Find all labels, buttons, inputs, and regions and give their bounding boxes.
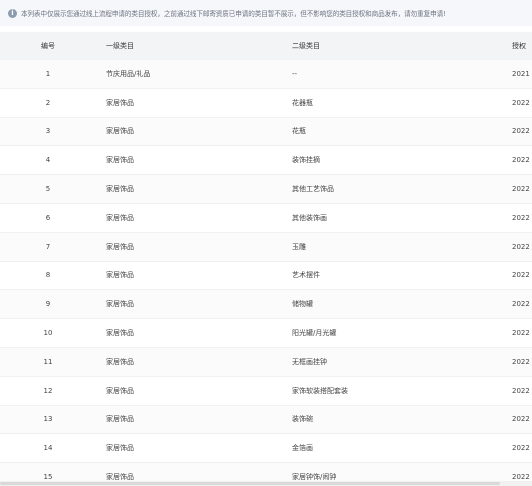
cell-auth-time: 2022 bbox=[512, 213, 530, 222]
cell-auth-time: 2021 bbox=[512, 69, 530, 78]
table-row: 10 家居饰品 阳光罐/月光罐 2022 bbox=[0, 319, 532, 348]
table-row: 14 家居饰品 金箔画 2022 bbox=[0, 434, 532, 464]
cell-no: 1 bbox=[45, 69, 51, 78]
column-header-auth-time[interactable]: 授权 bbox=[512, 32, 532, 60]
table-row: 4 家居饰品 装饰挂摘 2022 bbox=[0, 146, 532, 176]
table-header: 编号 一级类目 二级类目 授权 bbox=[0, 32, 532, 60]
cell-category-1: 家居饰品 bbox=[106, 213, 134, 222]
category-table: 编号 一级类目 二级类目 授权 1 节庆用品/礼品 -- 2021 2 家居饰品 花器瓶 20… bbox=[0, 32, 532, 486]
horizontal-scrollbar[interactable] bbox=[0, 481, 532, 486]
cell-category-1: 家居饰品 bbox=[106, 386, 134, 395]
cell-auth-time: 2022 bbox=[512, 185, 530, 194]
cell-category-2: 储物罐 bbox=[292, 300, 313, 309]
cell-no: 5 bbox=[45, 185, 51, 194]
notice-bar: i 本列表中仅展示您通过线上流程申请的类目授权，之前通过线下邮寄资质已申请的类目… bbox=[0, 0, 532, 26]
cell-no: 11 bbox=[43, 357, 53, 366]
cell-category-2: 无框画挂钟 bbox=[292, 357, 327, 366]
table-row: 6 家居饰品 其他装饰画 2022 bbox=[0, 204, 532, 233]
cell-category-1: 家居饰品 bbox=[106, 300, 134, 309]
cell-no: 3 bbox=[45, 127, 51, 136]
cell-category-2: 玉雕 bbox=[292, 242, 306, 251]
cell-no: 7 bbox=[45, 242, 51, 251]
cell-no: 14 bbox=[43, 444, 53, 453]
cell-auth-time: 2022 bbox=[512, 127, 530, 136]
cell-category-2: 装饰挂摘 bbox=[292, 156, 320, 165]
cell-category-2: 其他装饰画 bbox=[292, 213, 327, 222]
column-header-category-1[interactable]: 一级类目 bbox=[106, 32, 276, 60]
cell-category-2: 金箔画 bbox=[292, 444, 313, 453]
cell-auth-time: 2022 bbox=[512, 271, 530, 280]
column-header-no[interactable]: 编号 bbox=[0, 32, 96, 60]
cell-auth-time: 2022 bbox=[512, 300, 530, 309]
cell-category-1: 家居饰品 bbox=[106, 444, 134, 453]
cell-category-1: 节庆用品/礼品 bbox=[106, 69, 151, 78]
cell-auth-time: 2022 bbox=[512, 415, 530, 424]
cell-no: 4 bbox=[45, 156, 51, 165]
table-row: 9 家居饰品 储物罐 2022 bbox=[0, 290, 532, 320]
table-row: 3 家居饰品 花瓶 2022 bbox=[0, 117, 532, 147]
table-row: 2 家居饰品 花器瓶 2022 bbox=[0, 89, 532, 118]
cell-category-1: 家居饰品 bbox=[106, 271, 134, 280]
cell-no: 13 bbox=[43, 415, 53, 424]
table-row: 5 家居饰品 其他工艺饰品 2022 bbox=[0, 175, 532, 204]
table-row: 11 家居饰品 无框画挂钟 2022 bbox=[0, 347, 532, 377]
cell-category-2: 装饰碗 bbox=[292, 415, 313, 424]
cell-category-2: 阳光罐/月光罐 bbox=[292, 329, 337, 338]
cell-category-2: 花器瓶 bbox=[292, 98, 313, 107]
cell-category-1: 家居饰品 bbox=[106, 98, 134, 107]
cell-category-1: 家居饰品 bbox=[106, 185, 134, 194]
cell-category-2: 家饰软装搭配套装 bbox=[292, 386, 348, 395]
cell-no: 10 bbox=[43, 329, 53, 338]
notice-text: 本列表中仅展示您通过线上流程申请的类目授权，之前通过线下邮寄资质已申请的类目暂不… bbox=[21, 10, 446, 18]
column-header-category-2[interactable]: 二级类目 bbox=[292, 32, 492, 60]
cell-no: 9 bbox=[45, 300, 51, 309]
cell-category-2: -- bbox=[292, 69, 298, 78]
cell-no: 8 bbox=[45, 271, 51, 280]
table-row: 7 家居饰品 玉雕 2022 bbox=[0, 232, 532, 262]
cell-auth-time: 2022 bbox=[512, 156, 530, 165]
cell-no: 2 bbox=[45, 98, 51, 107]
scrollbar-thumb[interactable] bbox=[0, 482, 500, 485]
cell-auth-time: 2022 bbox=[512, 386, 530, 395]
cell-category-1: 家居饰品 bbox=[106, 329, 134, 338]
cell-auth-time: 2022 bbox=[512, 329, 530, 338]
cell-category-1: 家居饰品 bbox=[106, 242, 134, 251]
cell-no: 12 bbox=[43, 386, 53, 395]
cell-auth-time: 2022 bbox=[512, 357, 530, 366]
table-row: 12 家居饰品 家饰软装搭配套装 2022 bbox=[0, 377, 532, 406]
cell-no: 6 bbox=[45, 213, 51, 222]
table-row: 1 节庆用品/礼品 -- 2021 bbox=[0, 60, 532, 89]
cell-auth-time: 2022 bbox=[512, 98, 530, 107]
cell-category-1: 家居饰品 bbox=[106, 156, 134, 165]
table-row: 8 家居饰品 艺术摆件 2022 bbox=[0, 262, 532, 291]
cell-category-2: 艺术摆件 bbox=[292, 271, 320, 280]
table-row: 13 家居饰品 装饰碗 2022 bbox=[0, 405, 532, 435]
cell-category-2: 其他工艺饰品 bbox=[292, 185, 334, 194]
cell-category-1: 家居饰品 bbox=[106, 415, 134, 424]
cell-category-1: 家居饰品 bbox=[106, 357, 134, 366]
cell-auth-time: 2022 bbox=[512, 242, 530, 251]
cell-category-2: 花瓶 bbox=[292, 127, 306, 136]
cell-category-1: 家居饰品 bbox=[106, 127, 134, 136]
info-icon: i bbox=[8, 8, 17, 18]
cell-auth-time: 2022 bbox=[512, 444, 530, 453]
